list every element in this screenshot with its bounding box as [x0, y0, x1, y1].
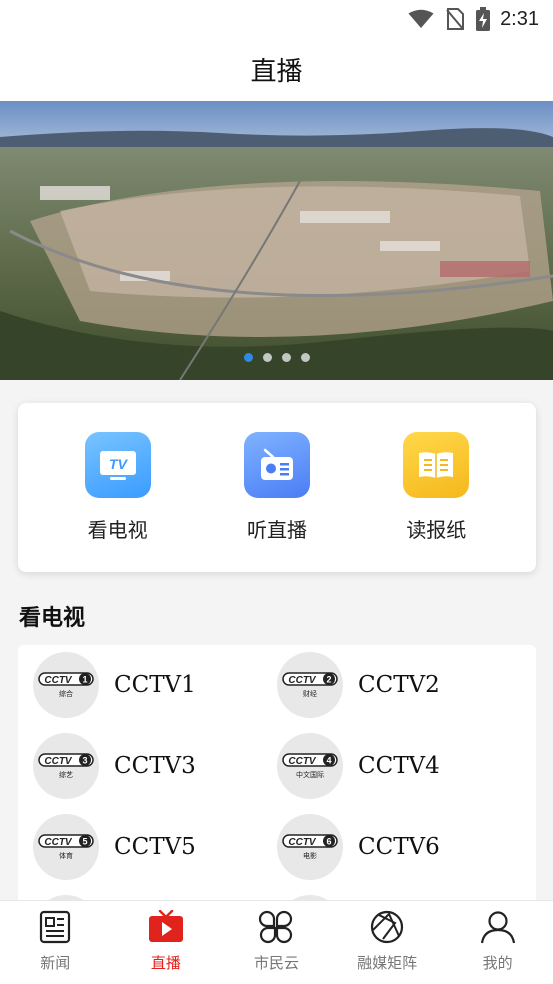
svg-text:TV: TV	[109, 456, 129, 472]
svg-text:综艺: 综艺	[59, 770, 73, 779]
tab-citizen-cloud[interactable]: 市民云	[221, 901, 332, 984]
svg-text:2: 2	[326, 675, 331, 685]
channel-item[interactable]: CCTV 4 中文国际 CCTV4	[277, 733, 517, 799]
listen-live-label: 听直播	[246, 518, 307, 542]
channel-name: CCTV6	[358, 834, 440, 860]
no-sim-icon	[446, 8, 465, 30]
channel-logo: CCTV 3 综艺	[33, 733, 99, 799]
svg-text:CCTV: CCTV	[44, 837, 73, 848]
app-header: 直播	[0, 38, 553, 101]
channel-logo: CCTV 4 中文国际	[277, 733, 343, 799]
radio-icon	[243, 432, 310, 498]
channel-logo: CCTV 5 体育	[33, 814, 99, 880]
channel-list: CCTV 1 综合 CCTV1 CCTV 2 财经 CCTV2 CCTV 3 综艺 CCTV3 CCTV…	[18, 645, 536, 915]
svg-text:CCTV: CCTV	[288, 675, 317, 686]
svg-text:6: 6	[326, 837, 331, 847]
tab-live[interactable]: 直播	[111, 901, 222, 984]
svg-text:3: 3	[82, 756, 87, 766]
carousel-indicator	[0, 353, 553, 362]
channel-name: CCTV2	[358, 672, 440, 698]
channel-logo: CCTV 1 综合	[33, 652, 99, 718]
banner-carousel[interactable]	[0, 101, 553, 380]
channel-item[interactable]: CCTV 1 综合 CCTV1	[33, 652, 273, 718]
clock: 2:31	[500, 7, 539, 30]
channel-item[interactable]: CCTV 5 体育 CCTV5	[33, 814, 273, 880]
channel-name: CCTV5	[114, 834, 196, 860]
carousel-dot[interactable]	[262, 353, 272, 362]
tab-label: 市民云	[253, 954, 299, 972]
svg-text:电影: 电影	[303, 851, 317, 860]
svg-text:5: 5	[82, 837, 87, 847]
live-tv-icon	[148, 910, 183, 942]
quick-actions-card: TV 看电视 听直播 读报纸	[18, 403, 536, 572]
carousel-dot[interactable]	[300, 353, 310, 362]
listen-live-button[interactable]: 听直播	[207, 432, 347, 543]
svg-text:综合: 综合	[59, 689, 73, 698]
channel-item[interactable]: CCTV 6 电影 CCTV6	[277, 814, 517, 880]
read-newspaper-label: 读报纸	[406, 518, 467, 542]
read-newspaper-button[interactable]: 读报纸	[366, 432, 506, 543]
channel-name: CCTV3	[114, 753, 196, 779]
carousel-dot[interactable]	[281, 353, 291, 362]
channel-logo: CCTV 6 电影	[277, 814, 343, 880]
tab-label: 直播	[150, 954, 181, 972]
section-title-tv: 看电视	[19, 605, 86, 631]
svg-text:4: 4	[326, 756, 331, 766]
clover-icon	[259, 910, 293, 944]
channel-logo: CCTV 2 财经	[277, 652, 343, 718]
watch-tv-button[interactable]: TV 看电视	[48, 432, 188, 543]
news-icon	[40, 910, 71, 944]
page-title: 直播	[250, 57, 303, 87]
svg-text:CCTV: CCTV	[44, 675, 73, 686]
user-icon	[480, 911, 515, 944]
status-bar: 2:31	[0, 0, 553, 38]
carousel-dot[interactable]	[243, 353, 253, 362]
svg-text:CCTV: CCTV	[44, 756, 73, 767]
tab-label: 融媒矩阵	[357, 954, 418, 972]
channel-name: CCTV4	[358, 753, 440, 779]
tv-icon: TV	[84, 432, 151, 498]
svg-text:CCTV: CCTV	[288, 837, 317, 848]
banner-image	[0, 101, 553, 380]
channel-name: CCTV1	[114, 672, 196, 698]
media-matrix-icon	[370, 910, 404, 944]
tab-label: 新闻	[40, 954, 71, 972]
svg-text:1: 1	[82, 675, 87, 685]
tab-media-matrix[interactable]: 融媒矩阵	[332, 901, 443, 984]
watch-tv-label: 看电视	[87, 518, 148, 542]
channel-item[interactable]: CCTV 2 财经 CCTV2	[277, 652, 517, 718]
svg-text:体育: 体育	[59, 851, 73, 860]
battery-charging-icon	[476, 7, 491, 31]
channel-item[interactable]: CCTV 3 综艺 CCTV3	[33, 733, 273, 799]
svg-text:中文国际: 中文国际	[296, 770, 324, 779]
tab-label: 我的	[482, 954, 513, 972]
bottom-tab-bar: 新闻 直播 市民云 融媒矩阵 我的	[0, 900, 553, 984]
wifi-icon	[408, 9, 434, 29]
svg-text:CCTV: CCTV	[288, 756, 317, 767]
svg-text:财经: 财经	[303, 689, 317, 698]
tab-profile[interactable]: 我的	[442, 901, 553, 984]
newspaper-icon	[403, 432, 470, 498]
tab-news[interactable]: 新闻	[0, 901, 111, 984]
